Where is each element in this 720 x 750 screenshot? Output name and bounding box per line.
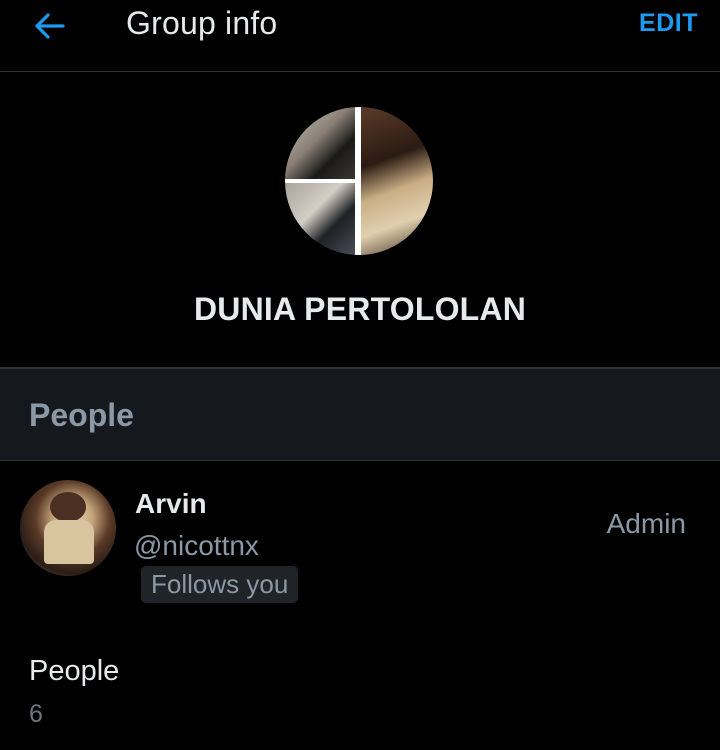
page-title: Group info — [126, 5, 278, 41]
member-avatar[interactable] — [20, 480, 116, 576]
people-section-title: People — [29, 397, 134, 433]
people-count-label: People — [29, 655, 120, 687]
group-avatar[interactable] — [285, 107, 433, 255]
edit-button[interactable]: EDIT — [639, 9, 698, 38]
group-info-screen: Group info EDIT DUNIA PERTOLOLAN People … — [0, 0, 720, 750]
group-summary: DUNIA PERTOLOLAN — [0, 73, 720, 367]
top-app-bar: Group info EDIT — [0, 0, 720, 72]
follows-you-badge: Follows you — [141, 566, 299, 603]
member-role: Admin — [606, 508, 686, 539]
avatar-photo-top-left — [285, 107, 355, 179]
group-name: DUNIA PERTOLOLAN — [193, 291, 527, 327]
avatar-photo-bottom-left — [285, 183, 355, 255]
member-list-item[interactable]: Arvin @nicottnx Follows you Admin — [0, 462, 720, 612]
avatar-divider-horizontal — [285, 179, 357, 183]
people-count-value: 6 — [29, 700, 43, 728]
arrow-left-icon — [35, 13, 65, 39]
member-name: Arvin — [135, 488, 207, 519]
avatar-photo-right — [361, 107, 433, 255]
avatar-figure-body — [44, 520, 94, 564]
member-handle: @nicottnx — [134, 530, 259, 561]
avatar-figure-head — [50, 492, 86, 522]
people-section-header: People — [0, 367, 720, 461]
back-button[interactable] — [30, 8, 70, 44]
